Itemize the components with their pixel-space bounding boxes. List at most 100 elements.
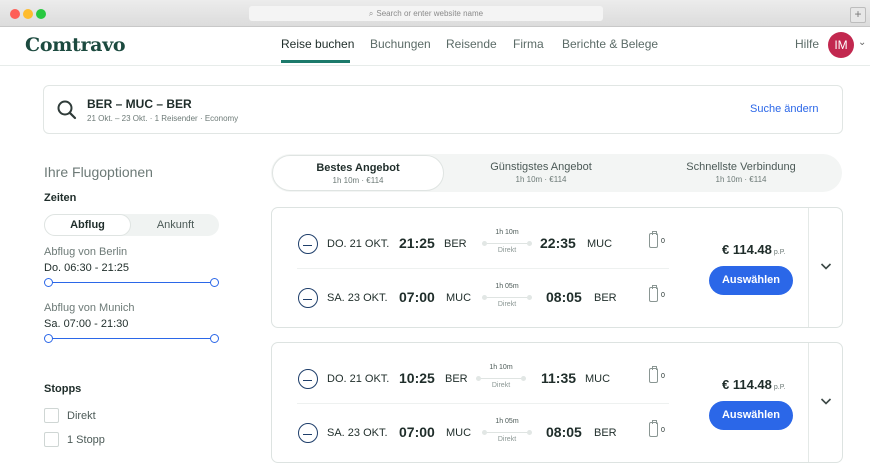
slider-handle-munich-max[interactable] [210, 334, 219, 343]
range-label-berlin: Abflug von Berlin [44, 246, 128, 258]
browser-toolbar: ⌕ Search or enter website name + [0, 0, 870, 27]
slider-handle-munich-min[interactable] [44, 334, 53, 343]
tab-meta: 1h 10m · €114 [715, 175, 767, 184]
arrival-time: 08:05 [546, 424, 582, 440]
minimize-window-button[interactable] [23, 9, 33, 19]
tab-meta: 1h 10m · €114 [332, 176, 384, 185]
tab-label: Bestes Angebot [316, 162, 400, 174]
luggage-count: 0 [661, 238, 665, 245]
airline-logo-icon [298, 288, 318, 308]
leg-divider [297, 403, 669, 404]
flight-duration: 1h 10m [489, 364, 513, 371]
checkbox-1-stopp[interactable] [44, 432, 59, 447]
departure-airport: BER [444, 238, 467, 250]
luggage-icon [649, 231, 658, 248]
departure-time: 21:25 [399, 235, 435, 251]
arrival-time: 11:35 [541, 370, 577, 386]
leg-date: SA. 23 OKT. [327, 292, 388, 304]
nav-berichte-belege[interactable]: Berichte & Belege [562, 37, 658, 51]
address-placeholder: Search or enter website name [376, 9, 484, 18]
stops-heading: Stopps [44, 383, 82, 395]
nav-reisende[interactable]: Reisende [446, 37, 497, 51]
slider-handle-berlin-max[interactable] [210, 278, 219, 287]
leg-date: DO. 21 OKT. [327, 238, 390, 250]
help-link[interactable]: Hilfe [795, 37, 819, 51]
app-header: Comtravo Reise buchen Buchungen Reisende… [0, 27, 870, 66]
leg-date: DO. 21 OKT. [327, 373, 390, 385]
chevron-down-icon[interactable]: ⌄ [858, 37, 866, 48]
slider-track-munich[interactable] [48, 338, 215, 339]
range-label-munich: Abflug von Munich [44, 302, 135, 314]
nav-buchungen[interactable]: Buchungen [370, 37, 431, 51]
price-amount: € 114.48 [722, 242, 772, 257]
arrival-airport: MUC [587, 238, 613, 250]
departure-airport: BER [445, 373, 468, 385]
stops-info: Direkt [497, 436, 517, 443]
range-value-munich: Sa. 07:00 - 21:30 [44, 318, 129, 330]
flight-result-card[interactable]: DO. 21 OKT. 10:25 BER 1h 10m Direkt 11:3… [271, 342, 843, 463]
checkbox-direkt[interactable] [44, 408, 59, 423]
airline-logo-icon [298, 369, 318, 389]
checkbox-label-1-stopp[interactable]: 1 Stopp [67, 434, 105, 446]
zoom-window-button[interactable] [36, 9, 46, 19]
route-line [482, 295, 532, 300]
checkbox-label-direkt[interactable]: Direkt [67, 410, 96, 422]
flight-leg-outbound: DO. 21 OKT. 21:25 BER 1h 10m Direkt 22:3… [272, 229, 692, 260]
select-flight-button[interactable]: Auswählen [709, 266, 793, 295]
flight-duration: 1h 05m [495, 283, 519, 290]
luggage-icon [649, 366, 658, 383]
slider-handle-berlin-min[interactable] [44, 278, 53, 287]
route-line [482, 430, 532, 435]
new-tab-button[interactable]: + [850, 7, 866, 23]
price: € 114.48 p.P. [722, 242, 785, 257]
times-heading: Zeiten [44, 192, 77, 204]
change-search-link[interactable]: Suche ändern [750, 103, 819, 115]
nav-firma[interactable]: Firma [513, 37, 544, 51]
search-icon: ⌕ [368, 9, 374, 18]
tab-schnellste-verbindung[interactable]: Schnellste Verbindung 1h 10m · €114 [655, 154, 827, 192]
departure-arrival-toggle: Abflug Ankunft [44, 214, 219, 236]
arrival-time: 22:35 [540, 235, 576, 251]
departure-time: 07:00 [399, 289, 435, 305]
avatar[interactable]: IM [828, 32, 854, 58]
flight-result-card[interactable]: DO. 21 OKT. 21:25 BER 1h 10m Direkt 22:3… [271, 207, 843, 328]
tab-label: Schnellste Verbindung [686, 161, 796, 173]
price-unit: p.P. [773, 384, 786, 391]
arrival-airport: MUC [585, 373, 611, 385]
range-value-berlin: Do. 06:30 - 21:25 [44, 262, 130, 274]
address-bar[interactable]: ⌕ Search or enter website name [249, 6, 603, 21]
flight-duration: 1h 05m [495, 418, 519, 425]
close-window-button[interactable] [10, 9, 20, 19]
slider-track-berlin[interactable] [48, 282, 215, 283]
luggage-icon [649, 285, 658, 302]
departure-airport: MUC [446, 292, 472, 304]
luggage-icon [649, 420, 658, 437]
toggle-abflug[interactable]: Abflug [44, 214, 131, 236]
sort-tabs: Bestes Angebot 1h 10m · €114 Günstigstes… [271, 154, 842, 192]
toggle-ankunft[interactable]: Ankunft [132, 214, 219, 236]
stops-info: Direkt [491, 382, 511, 389]
chevron-down-icon[interactable] [820, 395, 832, 407]
card-divider [808, 343, 809, 462]
logo[interactable]: Comtravo [25, 34, 126, 56]
tab-bestes-angebot[interactable]: Bestes Angebot 1h 10m · €114 [272, 155, 444, 191]
price-unit: p.P. [773, 249, 786, 256]
search-summary[interactable]: BER – MUC – BER 21 Okt. – 23 Okt. · 1 Re… [43, 85, 843, 134]
chevron-down-icon[interactable] [820, 260, 832, 272]
departure-time: 07:00 [399, 424, 435, 440]
leg-divider [297, 268, 669, 269]
route-details: 21 Okt. – 23 Okt. · 1 Reisender · Econom… [87, 114, 239, 123]
flight-leg-return: SA. 23 OKT. 07:00 MUC 1h 05m Direkt 08:0… [272, 418, 692, 449]
route-line [476, 376, 526, 381]
select-flight-button[interactable]: Auswählen [709, 401, 793, 430]
flight-leg-return: SA. 23 OKT. 07:00 MUC 1h 05m Direkt 08:0… [272, 283, 692, 314]
luggage-count: 0 [661, 292, 665, 299]
route-line [482, 241, 532, 246]
route-title: BER – MUC – BER [87, 97, 192, 111]
tab-guenstigstes-angebot[interactable]: Günstigstes Angebot 1h 10m · €114 [455, 154, 627, 192]
nav-reise-buchen[interactable]: Reise buchen [281, 37, 354, 51]
flight-leg-outbound: DO. 21 OKT. 10:25 BER 1h 10m Direkt 11:3… [272, 364, 692, 395]
arrival-airport: BER [594, 292, 617, 304]
price-amount: € 114.48 [722, 377, 772, 392]
tab-meta: 1h 10m · €114 [515, 175, 567, 184]
